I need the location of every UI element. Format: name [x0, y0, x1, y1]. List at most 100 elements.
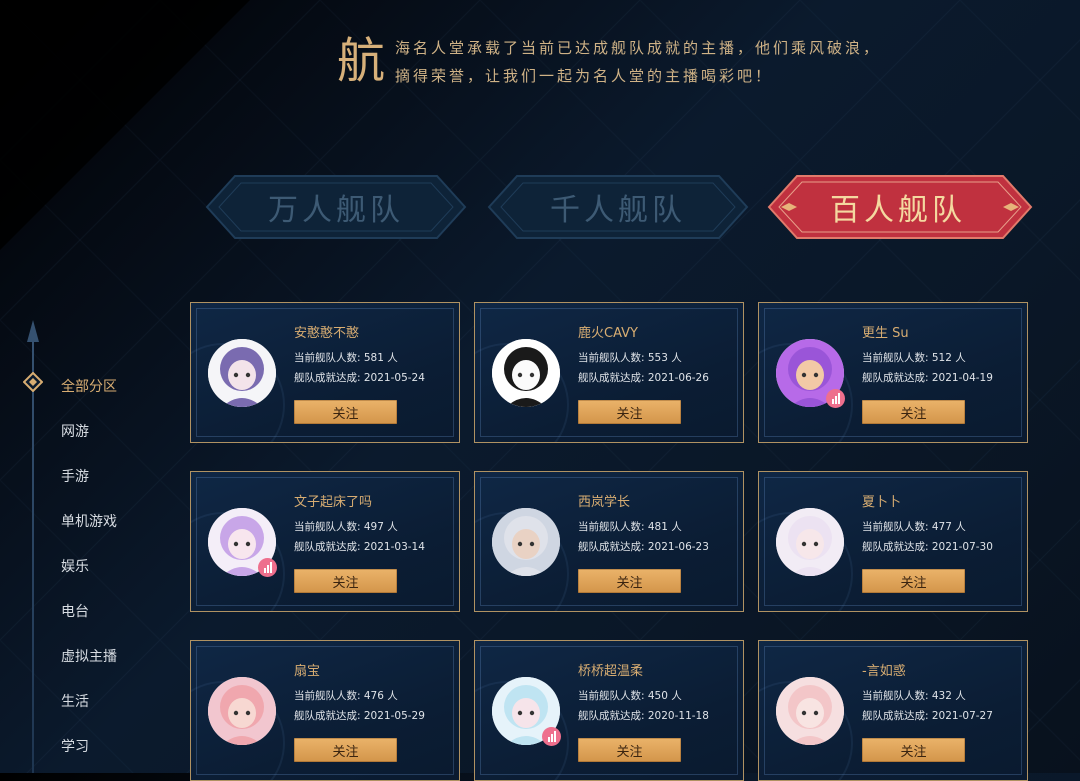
- streamer-card[interactable]: 夏卜卜 当前舰队人数: 477 人 舰队成就达成: 2021-07-30 关注: [758, 471, 1028, 612]
- achievement-date-line: 舰队成就达成: 2021-03-14: [294, 539, 425, 554]
- achievement-date-label: 舰队成就达成:: [862, 710, 932, 722]
- avatar-eye: [529, 372, 535, 378]
- streamer-card[interactable]: -言如惑 当前舰队人数: 432 人 舰队成就达成: 2021-07-27 关注: [758, 640, 1028, 781]
- sidebar-item-all[interactable]: 全部分区: [61, 376, 117, 396]
- fleet-count-line: 当前舰队人数: 476 人: [294, 688, 398, 703]
- avatar-eye: [517, 541, 523, 547]
- avatar-face: [512, 698, 540, 728]
- avatar-eye: [801, 372, 807, 378]
- sidebar-item-mobile-games[interactable]: 手游: [61, 466, 89, 486]
- streamer-card[interactable]: 文子起床了吗 当前舰队人数: 497 人 舰队成就达成: 2021-03-14 …: [190, 471, 460, 612]
- fleet-count-value: 450: [647, 690, 668, 702]
- achievement-date-value: 2021-05-29: [363, 710, 425, 722]
- follow-button[interactable]: 关注: [578, 400, 681, 424]
- avatar[interactable]: [776, 677, 844, 745]
- follow-button[interactable]: 关注: [862, 738, 965, 762]
- sidebar-arrow-icon: [27, 320, 39, 342]
- intro-initial-char: 航: [337, 33, 386, 89]
- fleet-count-label: 当前舰队人数:: [862, 521, 932, 533]
- tab-wan-ren[interactable]: 万人舰队: [205, 174, 467, 240]
- avatar[interactable]: [208, 339, 276, 407]
- avatar-face: [512, 529, 540, 559]
- avatar-eye: [813, 710, 819, 716]
- avatar[interactable]: [776, 508, 844, 576]
- tab-bai-ren[interactable]: 百人舰队: [767, 174, 1033, 240]
- fleet-count-unit: 人: [383, 690, 398, 702]
- streamer-name: 更生 Su: [862, 326, 909, 341]
- streamer-card[interactable]: 鹿火CAVY 当前舰队人数: 553 人 舰队成就达成: 2021-06-26 …: [474, 302, 744, 443]
- fleet-count-unit: 人: [383, 352, 398, 364]
- avatar-face: [228, 360, 256, 390]
- streamer-card[interactable]: 更生 Su 当前舰队人数: 512 人 舰队成就达成: 2021-04-19 关…: [758, 302, 1028, 443]
- follow-button[interactable]: 关注: [578, 738, 681, 762]
- fleet-count-label: 当前舰队人数:: [578, 690, 648, 702]
- achievement-date-label: 舰队成就达成:: [862, 372, 932, 384]
- achievement-date-value: 2021-06-23: [647, 541, 709, 553]
- live-signal-icon: [826, 389, 845, 408]
- fleet-count-label: 当前舰队人数:: [578, 521, 648, 533]
- follow-button[interactable]: 关注: [294, 738, 397, 762]
- intro-line-2: 摘得荣誉，让我们一起为名人堂的主播喝彩吧！: [395, 67, 774, 85]
- fleet-count-label: 当前舰队人数:: [294, 690, 364, 702]
- achievement-date-label: 舰队成就达成:: [578, 541, 648, 553]
- streamer-name: 桥桥超温柔: [578, 664, 644, 679]
- fleet-count-unit: 人: [951, 521, 966, 533]
- achievement-date-label: 舰队成就达成:: [294, 710, 364, 722]
- achievement-date-label: 舰队成就达成:: [294, 372, 364, 384]
- sidebar-item-single-player[interactable]: 单机游戏: [61, 511, 117, 531]
- avatar-eye: [245, 710, 251, 716]
- achievement-date-value: 2020-11-18: [647, 710, 709, 722]
- avatar-illustration: [208, 677, 276, 745]
- tab-qian-ren[interactable]: 千人舰队: [487, 174, 749, 240]
- streamer-card[interactable]: 西岚学长 当前舰队人数: 481 人 舰队成就达成: 2021-06-23 关注: [474, 471, 744, 612]
- avatar-eye: [801, 710, 807, 716]
- achievement-date-line: 舰队成就达成: 2021-06-26: [578, 370, 709, 385]
- sidebar-item-study[interactable]: 学习: [61, 736, 89, 756]
- avatar-eye: [813, 541, 819, 547]
- achievement-date-label: 舰队成就达成:: [294, 541, 364, 553]
- tab-label: 千人舰队: [550, 193, 686, 228]
- streamer-card[interactable]: 扇宝 当前舰队人数: 476 人 舰队成就达成: 2021-05-29 关注: [190, 640, 460, 781]
- avatar-illustration: [208, 339, 276, 407]
- fleet-count-line: 当前舰队人数: 553 人: [578, 350, 682, 365]
- avatar-illustration: [492, 339, 560, 407]
- fleet-count-unit: 人: [951, 352, 966, 364]
- avatar-eye: [233, 372, 239, 378]
- fleet-count-label: 当前舰队人数:: [862, 352, 932, 364]
- live-signal-icon: [542, 727, 561, 746]
- streamer-card[interactable]: 桥桥超温柔 当前舰队人数: 450 人 舰队成就达成: 2020-11-18 关…: [474, 640, 744, 781]
- follow-button[interactable]: 关注: [862, 400, 965, 424]
- streamer-name: 文子起床了吗: [294, 495, 373, 510]
- streamer-card[interactable]: 安憨憨不憨 当前舰队人数: 581 人 舰队成就达成: 2021-05-24 关…: [190, 302, 460, 443]
- fleet-count-unit: 人: [667, 690, 682, 702]
- fleet-count-line: 当前舰队人数: 432 人: [862, 688, 966, 703]
- follow-button[interactable]: 关注: [294, 569, 397, 593]
- sidebar-item-virtual[interactable]: 虚拟主播: [61, 646, 117, 666]
- achievement-date-value: 2021-07-27: [931, 710, 993, 722]
- sidebar-item-entertainment[interactable]: 娱乐: [61, 556, 89, 576]
- avatar-eye: [245, 372, 251, 378]
- avatar-face: [228, 698, 256, 728]
- avatar-illustration: [776, 508, 844, 576]
- sidebar-item-online-games[interactable]: 网游: [61, 421, 89, 441]
- fleet-count-line: 当前舰队人数: 477 人: [862, 519, 966, 534]
- streamer-name: 安憨憨不憨: [294, 326, 360, 341]
- fleet-count-unit: 人: [667, 521, 682, 533]
- achievement-date-line: 舰队成就达成: 2021-04-19: [862, 370, 993, 385]
- achievement-date-value: 2021-04-19: [931, 372, 993, 384]
- avatar[interactable]: [492, 508, 560, 576]
- achievement-date-value: 2021-07-30: [931, 541, 993, 553]
- sidebar-item-radio[interactable]: 电台: [61, 601, 89, 621]
- fleet-count-value: 476: [363, 690, 384, 702]
- avatar[interactable]: [208, 677, 276, 745]
- follow-button[interactable]: 关注: [294, 400, 397, 424]
- achievement-date-label: 舰队成就达成:: [578, 372, 648, 384]
- avatar[interactable]: [492, 339, 560, 407]
- follow-button[interactable]: 关注: [578, 569, 681, 593]
- avatar-eye: [529, 541, 535, 547]
- streamer-name: 扇宝: [294, 664, 321, 679]
- follow-button[interactable]: 关注: [862, 569, 965, 593]
- streamer-name: -言如惑: [862, 664, 906, 679]
- sidebar-item-life[interactable]: 生活: [61, 691, 89, 711]
- avatar-eye: [233, 710, 239, 716]
